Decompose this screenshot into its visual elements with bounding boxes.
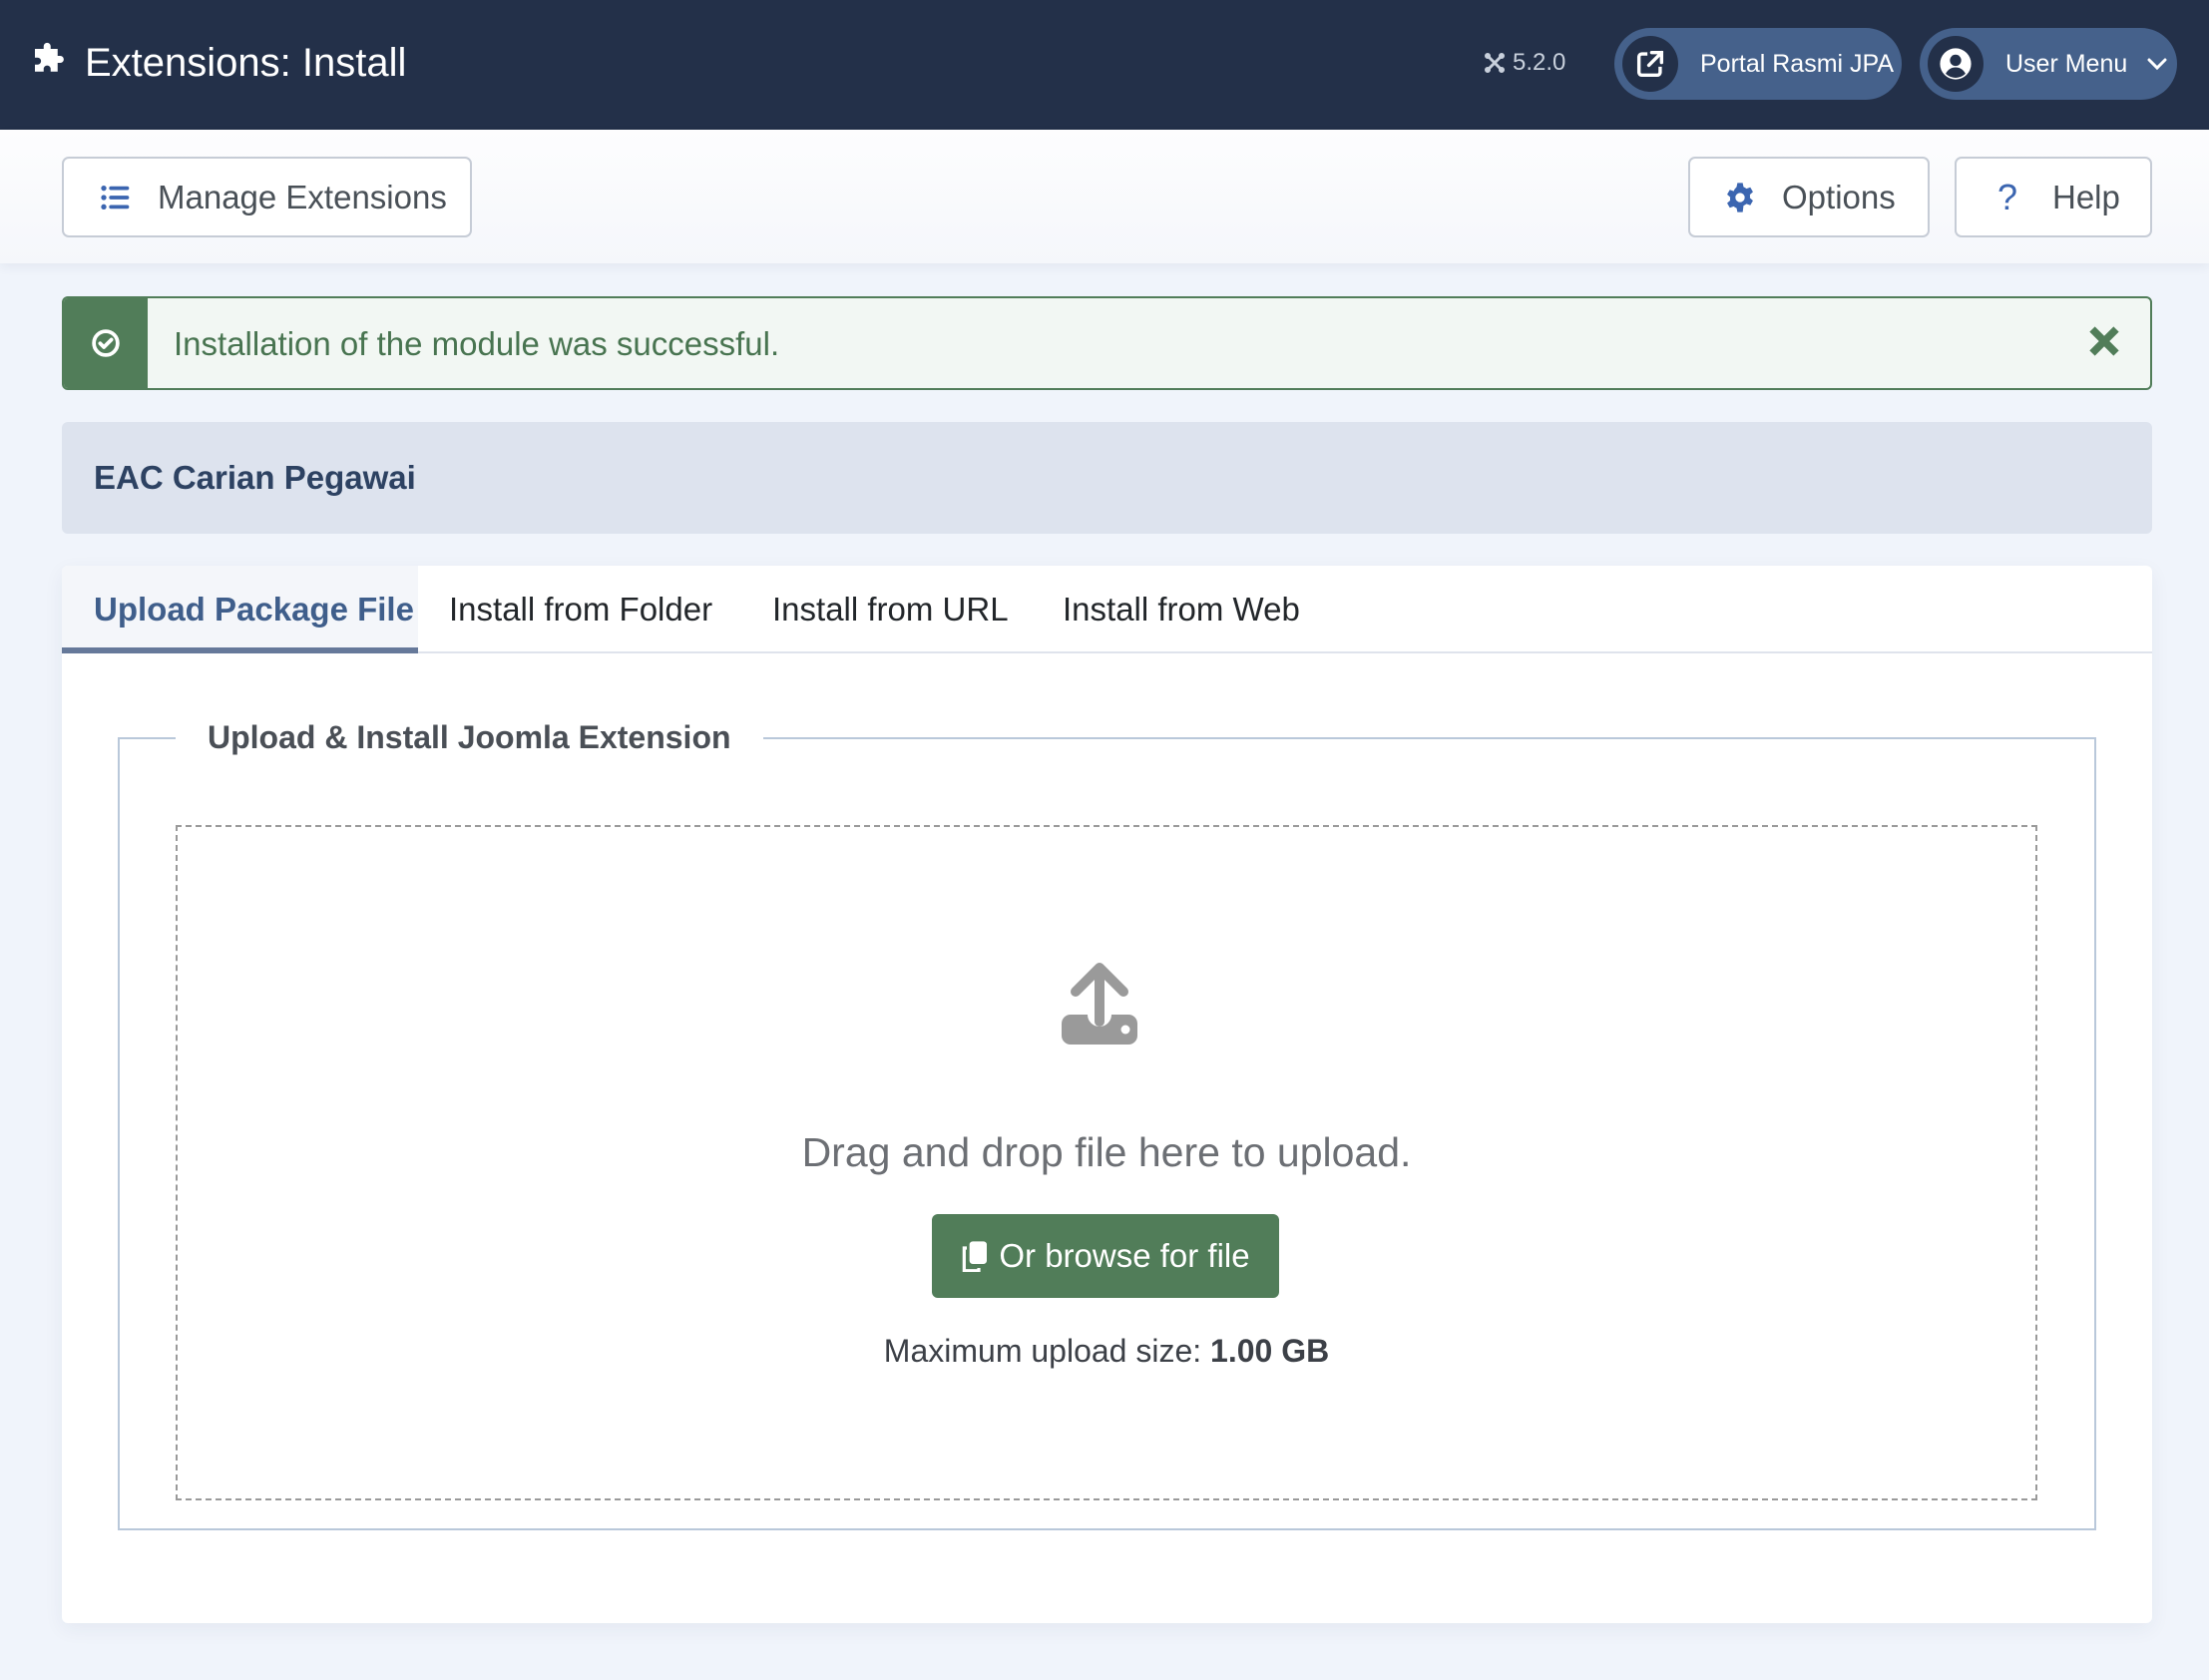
file-dropzone[interactable]: Drag and drop file here to upload. Or br… [176,825,2037,1500]
chevron-down-icon [2147,58,2167,71]
tab-install-from-url[interactable]: Install from URL [772,566,1009,652]
drag-drop-text: Drag and drop file here to upload. [801,1129,1412,1175]
browse-file-label: Or browse for file [999,1237,1250,1274]
tab-upload-package-file[interactable]: Upload Package File [62,566,418,653]
user-menu-button[interactable]: User Menu [1920,28,2177,100]
manage-extensions-button[interactable]: Manage Extensions [62,157,472,237]
external-link-icon [1636,50,1664,78]
page-title: Extensions: Install [85,41,407,85]
question-icon: ? [1996,176,2018,217]
options-button[interactable]: Options [1688,157,1930,237]
install-card: Upload Package File Install from Folder … [62,566,2152,1623]
max-size-value: 1.00 GB [1210,1333,1330,1369]
tab-install-from-folder[interactable]: Install from Folder [449,566,712,652]
portal-link-label: Portal Rasmi JPA [1700,49,1895,78]
user-circle-icon [1940,48,1972,80]
version-label: 5.2.0 [1483,48,1565,78]
success-alert: Installation of the module was successfu… [62,296,2152,390]
upload-icon [1062,963,1137,1045]
toolbar: Manage Extensions Options ? Help [0,130,2209,263]
close-icon[interactable] [2086,323,2122,359]
upload-fieldset: Upload & Install Joomla Extension Drag a… [118,717,2096,1530]
portal-link-button[interactable]: Portal Rasmi JPA [1614,28,1902,100]
upload-legend: Upload & Install Joomla Extension [176,717,763,757]
gear-icon [1727,182,1753,212]
puzzle-piece-icon [35,42,64,72]
user-menu-label: User Menu [2005,49,2128,78]
install-tabs: Upload Package File Install from Folder … [62,566,2152,653]
module-title: EAC Carian Pegawai [94,459,416,496]
max-upload-size: Maximum upload size: 1.00 GB [178,1331,2035,1371]
copy-files-icon [963,1241,988,1272]
list-icon [101,185,130,210]
manage-extensions-label: Manage Extensions [158,178,447,215]
help-button[interactable]: ? Help [1955,157,2152,237]
alert-message: Installation of the module was successfu… [174,325,780,362]
options-label: Options [1782,178,1896,215]
joomla-logo-icon [1485,53,1505,73]
app-header: Extensions: Install 5.2.0 Portal Rasmi J… [0,0,2209,130]
tab-install-from-web[interactable]: Install from Web [1063,566,1300,652]
max-size-label: Maximum upload size: [883,1333,1211,1369]
check-circle-icon [92,329,120,357]
browse-file-button[interactable]: Or browse for file [932,1214,1279,1298]
module-title-bar: EAC Carian Pegawai [62,422,2152,534]
help-label: Help [2052,178,2120,215]
version-number: 5.2.0 [1513,49,1566,76]
